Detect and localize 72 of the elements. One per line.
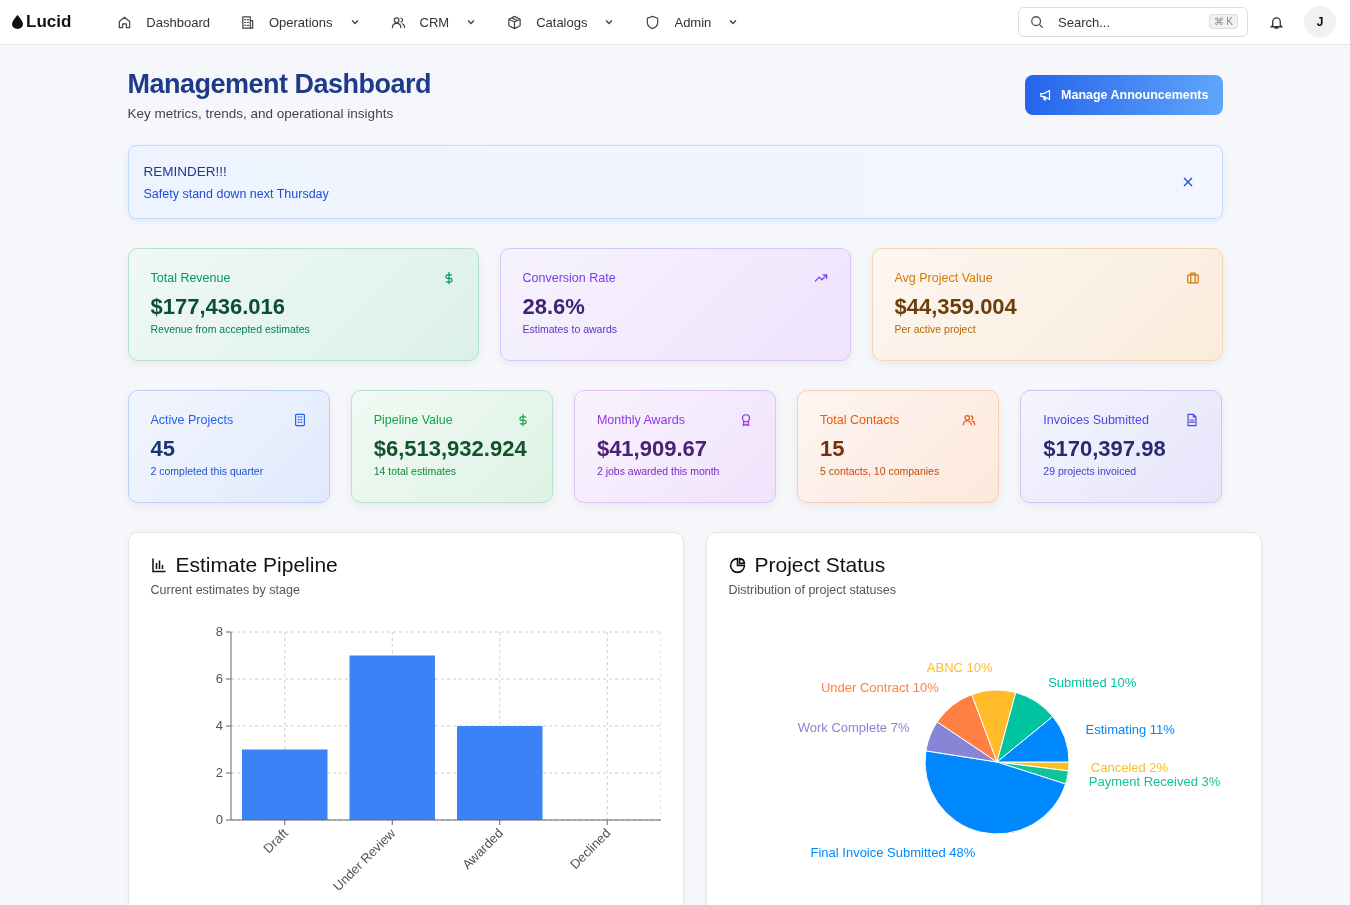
chart-subtitle: Current estimates by stage <box>150 583 301 597</box>
trend-icon <box>813 271 828 285</box>
stat-title: Pipeline Value <box>373 413 453 427</box>
axis-label: 2 <box>215 765 223 780</box>
nav-item[interactable]: Admin <box>645 14 740 30</box>
home-icon <box>117 14 133 30</box>
chart-title: Estimate Pipeline <box>175 553 338 577</box>
nav-item[interactable]: Dashboard <box>117 14 210 30</box>
nav-item[interactable]: Operations <box>239 14 361 30</box>
stat-title: Avg Project Value <box>894 271 993 285</box>
stat-value: $44,359.004 <box>894 294 1018 320</box>
stat-value: $177,436.016 <box>150 294 287 320</box>
stat-note: Per active project <box>894 323 977 335</box>
users-icon <box>390 14 406 30</box>
stat-note: Revenue from accepted estimates <box>150 323 311 335</box>
slice-label: Final Invoice Submitted 48% <box>810 845 975 861</box>
building-icon <box>239 14 255 30</box>
announcement-text: Safety stand down next Thursday <box>143 186 329 201</box>
bar-chart-icon <box>150 557 167 573</box>
page-subtitle: Key metrics, trends, and operational insights <box>127 106 395 121</box>
slice-label: Submitted 10% <box>1047 675 1136 691</box>
axis-label: 6 <box>215 671 223 686</box>
slice-label: Canceled 2% <box>1090 759 1168 775</box>
stat-title: Invoices Submitted <box>1043 413 1149 427</box>
logo[interactable]: Lucid <box>12 12 72 32</box>
stat-note: 29 projects invoiced <box>1043 465 1138 477</box>
box-icon <box>507 14 523 30</box>
chart-title: Project Status <box>754 553 886 577</box>
stat-note: 2 completed this quarter <box>150 465 265 477</box>
pie-chart-icon <box>728 556 746 574</box>
logo-text: Lucid <box>26 12 72 32</box>
drop-icon <box>12 15 23 29</box>
stat-value: 45 <box>150 436 176 462</box>
building-icon <box>292 413 307 427</box>
stat-value: 15 <box>820 436 846 462</box>
slice-label: Under Contract 10% <box>820 680 939 696</box>
slice-label: Work Complete 7% <box>797 719 909 735</box>
stat-value: 28.6% <box>522 294 586 320</box>
manage-announcements-button[interactable]: Manage Announcements <box>1025 75 1223 115</box>
stat-title: Active Projects <box>150 413 234 427</box>
stat-note: 14 total estimates <box>373 465 457 477</box>
nav-item[interactable]: CRM <box>390 14 478 30</box>
user-avatar[interactable]: J <box>1304 6 1336 38</box>
slice-label: ABNC 10% <box>926 660 993 676</box>
stat-title: Total Revenue <box>150 271 231 285</box>
shortcut-badge: ⌘ K <box>1208 14 1238 29</box>
page-title: Management Dashboard <box>127 69 432 100</box>
stat-value: $6,513,932.924 <box>373 436 528 462</box>
stat-title: Total Contacts <box>820 413 900 427</box>
stat-value: $41,909.67 <box>596 436 708 462</box>
shield-icon <box>645 14 661 30</box>
announcement-title: REMINDER!!! <box>143 163 228 179</box>
search-icon <box>1030 15 1044 29</box>
users-icon <box>962 413 977 427</box>
stat-value: $170,397.98 <box>1043 436 1167 462</box>
briefcase-icon <box>1185 271 1200 285</box>
nav-item[interactable]: Catalogs <box>507 14 616 30</box>
bell-icon[interactable] <box>1269 14 1284 30</box>
file-icon <box>1185 413 1200 427</box>
stat-note: Estimates to awards <box>522 323 619 335</box>
chart-subtitle: Distribution of project statuses <box>728 583 897 597</box>
close-icon[interactable] <box>1181 176 1194 188</box>
axis-label: 8 <box>215 624 223 639</box>
megaphone-icon <box>1039 88 1053 102</box>
stat-title: Monthly Awards <box>596 413 685 427</box>
slice-label: Payment Received 3% <box>1088 774 1220 790</box>
slice-label: Estimating 11% <box>1085 722 1175 738</box>
stat-note: 5 contacts, 10 companies <box>820 465 941 477</box>
stat-title: Conversion Rate <box>522 271 616 285</box>
stat-note: 2 jobs awarded this month <box>596 465 721 477</box>
axis-label: 0 <box>215 812 223 827</box>
axis-label: 4 <box>215 718 223 733</box>
